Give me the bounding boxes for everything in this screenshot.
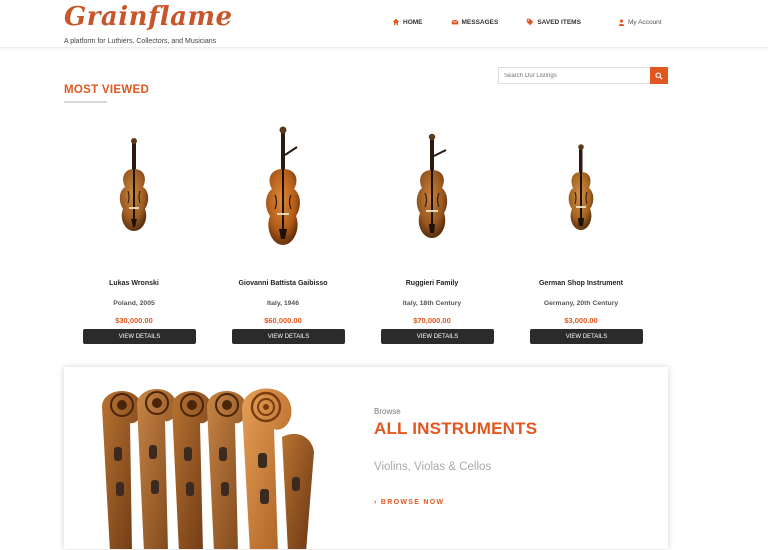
listing-price: $3,000.00: [564, 316, 598, 325]
listing-name[interactable]: Lukas Wronski: [64, 280, 204, 287]
home-icon: [392, 18, 400, 26]
search-icon: [655, 71, 663, 80]
my-account-label: My Account: [628, 19, 662, 26]
listing-origin: Italy, 1946: [267, 300, 299, 307]
violin-image[interactable]: [64, 120, 204, 260]
browse-now-link[interactable]: › BROWSE NOW: [374, 499, 444, 506]
site-tagline: A platform for Luthiers, Collectors, and…: [64, 38, 217, 45]
violin-scrolls-image: [102, 388, 314, 549]
browse-all-banner[interactable]: Browse ALL INSTRUMENTS Violins, Violas &…: [64, 367, 668, 549]
site-header: Grainflame A platform for Luthiers, Coll…: [0, 0, 768, 48]
view-details-button[interactable]: VIEW DETAILS: [381, 329, 494, 344]
most-viewed-listings: Lukas Wronski Poland, 2005 $30,000.00 VI…: [64, 120, 670, 350]
nav-messages-label: MESSAGES: [461, 18, 499, 26]
instrument-types-subtitle: Violins, Violas & Cellos: [374, 461, 492, 473]
site-logo[interactable]: Grainflame: [64, 2, 233, 32]
browse-label: Browse: [374, 407, 401, 416]
view-details-button[interactable]: VIEW DETAILS: [530, 329, 643, 344]
listing-name[interactable]: German Shop Instrument: [511, 280, 651, 287]
nav-home[interactable]: HOME: [392, 18, 423, 26]
listing-card: Giovanni Battista Gaibisso Italy, 1946 $…: [213, 120, 353, 350]
listing-price: $70,000.00: [413, 316, 451, 325]
listing-price: $30,000.00: [115, 316, 153, 325]
listing-card: Lukas Wronski Poland, 2005 $30,000.00 VI…: [64, 120, 204, 350]
listing-price: $60,000.00: [264, 316, 302, 325]
listing-origin: Poland, 2005: [113, 300, 155, 307]
nav-messages[interactable]: MESSAGES: [451, 18, 499, 26]
most-viewed-heading: MOST VIEWED: [64, 84, 150, 96]
listing-origin: Germany, 20th Century: [543, 300, 619, 307]
violin-image[interactable]: [362, 120, 502, 260]
listing-card: German Shop Instrument Germany, 20th Cen…: [511, 120, 651, 350]
listing-origin: Italy, 18th Century: [402, 300, 462, 307]
heading-underline: [64, 101, 107, 103]
view-details-button[interactable]: VIEW DETAILS: [232, 329, 345, 344]
listing-name[interactable]: Giovanni Battista Gaibisso: [213, 280, 353, 287]
all-instruments-title[interactable]: ALL INSTRUMENTS: [374, 419, 537, 439]
listing-name[interactable]: Ruggieri Family: [362, 280, 502, 287]
my-account-link[interactable]: My Account: [618, 19, 662, 26]
nav-saved-items-label: SAVED ITEMS: [537, 18, 581, 26]
envelope-icon: [451, 19, 458, 25]
view-details-button[interactable]: VIEW DETAILS: [83, 329, 196, 344]
listing-search: [498, 67, 668, 84]
tag-icon: [527, 18, 534, 26]
listing-card: Ruggieri Family Italy, 18th Century $70,…: [362, 120, 502, 350]
search-button[interactable]: [650, 67, 668, 84]
nav-home-label: HOME: [403, 18, 423, 26]
main-nav: HOME MESSAGES SAVED ITEMS: [392, 18, 609, 26]
violin-image[interactable]: [511, 120, 651, 260]
violin-image[interactable]: [213, 120, 353, 260]
search-input[interactable]: [498, 67, 650, 84]
user-icon: [618, 19, 625, 26]
nav-saved-items[interactable]: SAVED ITEMS: [526, 18, 581, 26]
